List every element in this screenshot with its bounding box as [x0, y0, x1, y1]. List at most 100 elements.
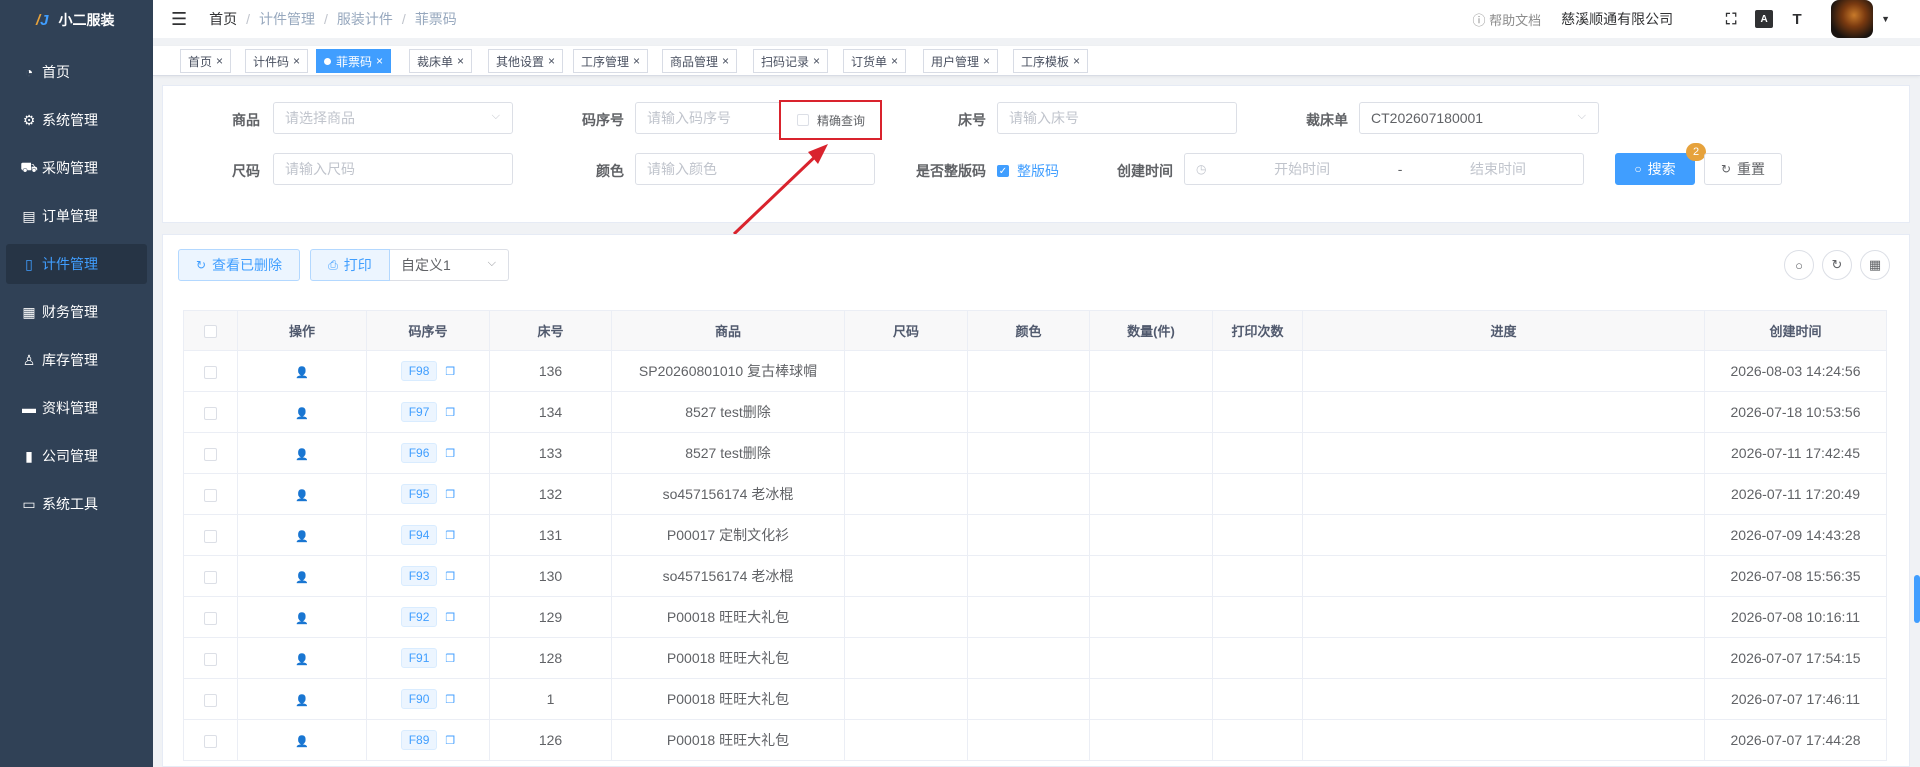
table-row[interactable]: 👤 F94 ❐ 131 P00017 定制文化衫 2026-07-09 14:43:28	[183, 514, 1887, 556]
row-select-cell[interactable]	[183, 391, 238, 433]
code-tag[interactable]: F93	[400, 566, 438, 586]
row-select-cell[interactable]	[183, 432, 238, 474]
sidebar-item-0[interactable]: ◔ 首页	[6, 52, 147, 92]
copy-icon[interactable]: ❐	[445, 612, 455, 624]
row-checkbox[interactable]	[204, 406, 217, 420]
refresh-icon[interactable]: ↻	[1822, 250, 1852, 280]
create-time-range[interactable]: ◷ 开始时间 - 结束时间	[1184, 153, 1584, 185]
fullscreen-icon[interactable]: ⛶	[1721, 9, 1741, 29]
close-icon[interactable]: ×	[813, 54, 820, 68]
row-checkbox[interactable]	[204, 529, 217, 543]
help-doc-link[interactable]: ⓘ 帮助文档	[1472, 10, 1541, 29]
code-tag[interactable]: F89	[400, 730, 438, 750]
row-checkbox[interactable]	[204, 611, 217, 625]
close-icon[interactable]: ×	[293, 54, 300, 68]
sidebar-item-7[interactable]: ▬ 资料管理	[6, 388, 147, 428]
tab-9[interactable]: 用户管理 ×	[923, 49, 999, 73]
scrollbar-thumb[interactable]	[1914, 575, 1920, 623]
app-logo[interactable]: /J 小二服装	[0, 0, 153, 40]
tab-6[interactable]: 商品管理 ×	[662, 49, 738, 73]
select-all-checkbox[interactable]	[204, 325, 217, 339]
row-select-cell[interactable]	[183, 678, 238, 720]
table-row[interactable]: 👤 F96 ❐ 133 8527 test删除 2026-07-11 17:42:45	[183, 432, 1887, 474]
sidebar-item-4[interactable]: ▯ 计件管理	[6, 244, 147, 284]
copy-icon[interactable]: ❐	[445, 694, 455, 706]
table-row[interactable]: 👤 F91 ❐ 128 P00018 旺旺大礼包 2026-07-07 17:54:15	[183, 637, 1887, 679]
close-icon[interactable]: ×	[216, 54, 223, 68]
caret-down-icon[interactable]: ▼	[1881, 14, 1890, 24]
tab-2[interactable]: 菲票码 ×	[316, 49, 392, 73]
table-row[interactable]: 👤 F89 ❐ 126 P00018 旺旺大礼包 2026-07-07 17:44:28	[183, 719, 1887, 761]
user-icon[interactable]: 👤	[295, 408, 309, 420]
user-icon[interactable]: 👤	[295, 531, 309, 543]
avatar[interactable]	[1831, 0, 1874, 38]
font-size-icon[interactable]: T	[1787, 9, 1807, 29]
copy-icon[interactable]: ❐	[445, 653, 455, 665]
code-tag[interactable]: F92	[400, 607, 438, 627]
close-icon[interactable]: ×	[983, 54, 990, 68]
row-checkbox[interactable]	[204, 570, 217, 584]
code-tag[interactable]: F91	[400, 648, 438, 668]
checkmark-icon[interactable]: ✓	[997, 165, 1009, 177]
close-icon[interactable]: ×	[457, 54, 464, 68]
sidebar-item-2[interactable]: ⛟ 采购管理	[6, 148, 147, 188]
sidebar-item-6[interactable]: ♙ 库存管理	[6, 340, 147, 380]
close-icon[interactable]: ×	[548, 54, 555, 68]
row-checkbox[interactable]	[204, 734, 217, 748]
table-row[interactable]: 👤 F92 ❐ 129 P00018 旺旺大礼包 2026-07-08 10:16:11	[183, 596, 1887, 638]
table-row[interactable]: 👤 F90 ❐ 1 P00018 旺旺大礼包 2026-07-07 17:46:11	[183, 678, 1887, 720]
table-row[interactable]: 👤 F98 ❐ 136 SP20260801010 复古棒球帽 2026-08-03 14…	[183, 350, 1887, 392]
copy-icon[interactable]: ❐	[445, 407, 455, 419]
user-icon[interactable]: 👤	[295, 449, 309, 461]
sidebar-item-1[interactable]: ⚙ 系统管理	[6, 100, 147, 140]
row-checkbox[interactable]	[204, 652, 217, 666]
tab-8[interactable]: 订货单 ×	[843, 49, 907, 73]
breadcrumb-item[interactable]: 服装计件	[337, 9, 393, 29]
breadcrumb-item[interactable]: 计件管理	[259, 9, 315, 29]
row-checkbox[interactable]	[204, 488, 217, 502]
row-select-cell[interactable]	[183, 350, 238, 392]
sidebar-item-3[interactable]: ▤ 订单管理	[6, 196, 147, 236]
table-row[interactable]: 👤 F95 ❐ 132 so457156174 老冰棍 2026-07-11 17:20:…	[183, 473, 1887, 515]
close-icon[interactable]: ×	[1073, 54, 1080, 68]
sidebar-item-8[interactable]: ▮ 公司管理	[6, 436, 147, 476]
search-toggle-icon[interactable]: ○	[1784, 250, 1814, 280]
print-button[interactable]: ⎙ 打印	[310, 249, 390, 281]
code-tag[interactable]: F97	[400, 402, 438, 422]
code-tag[interactable]: F95	[400, 484, 438, 504]
code-tag[interactable]: F90	[400, 689, 438, 709]
row-select-cell[interactable]	[183, 514, 238, 556]
cut-order-select[interactable]: CT202607180001 ⌵	[1359, 102, 1599, 134]
user-icon[interactable]: 👤	[295, 572, 309, 584]
copy-icon[interactable]: ❐	[445, 489, 455, 501]
bed-input[interactable]: 请输入床号	[997, 102, 1237, 134]
tab-4[interactable]: 其他设置 ×	[488, 49, 564, 73]
table-row[interactable]: 👤 F93 ❐ 130 so457156174 老冰棍 2026-07-08 15:56:…	[183, 555, 1887, 597]
user-icon[interactable]: 👤	[295, 367, 309, 379]
sidebar-item-5[interactable]: ▦ 财务管理	[6, 292, 147, 332]
row-checkbox[interactable]	[204, 365, 217, 379]
row-checkbox[interactable]	[204, 447, 217, 461]
copy-icon[interactable]: ❐	[445, 448, 455, 460]
close-icon[interactable]: ×	[633, 54, 640, 68]
row-checkbox[interactable]	[204, 693, 217, 707]
tab-1[interactable]: 计件码 ×	[245, 49, 309, 73]
tab-5[interactable]: 工序管理 ×	[573, 49, 649, 73]
breadcrumb-item[interactable]: 首页	[209, 9, 237, 29]
close-icon[interactable]: ×	[722, 54, 729, 68]
user-icon[interactable]: 👤	[295, 654, 309, 666]
sidebar-item-9[interactable]: ▭ 系统工具	[6, 484, 147, 524]
tab-10[interactable]: 工序模板 ×	[1013, 49, 1089, 73]
user-icon[interactable]: 👤	[295, 695, 309, 707]
user-icon[interactable]: 👤	[295, 490, 309, 502]
code-tag[interactable]: F98	[400, 361, 438, 381]
close-icon[interactable]: ×	[376, 54, 383, 68]
row-select-cell[interactable]	[183, 637, 238, 679]
tab-0[interactable]: 首页 ×	[180, 49, 232, 73]
select-all-cell[interactable]	[183, 310, 238, 351]
copy-icon[interactable]: ❐	[445, 735, 455, 747]
language-icon[interactable]: A	[1755, 10, 1774, 28]
view-deleted-button[interactable]: ↻ 查看已删除	[178, 249, 300, 281]
search-button[interactable]: ○ 搜索	[1615, 153, 1695, 185]
reset-button[interactable]: ↻ 重置	[1704, 153, 1782, 185]
